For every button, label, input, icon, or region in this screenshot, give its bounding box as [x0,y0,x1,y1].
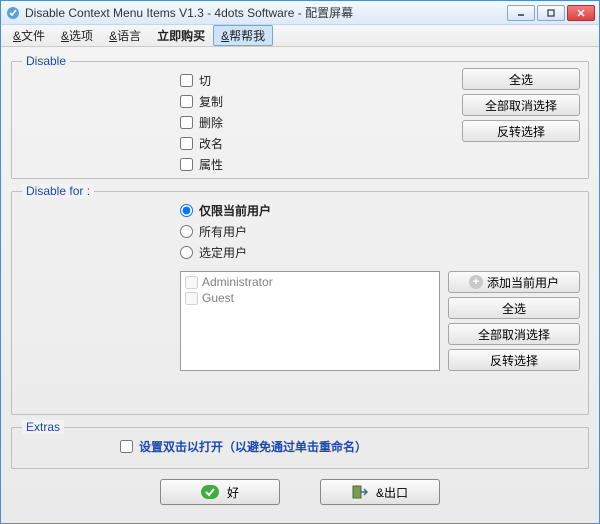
radio-current-user[interactable]: 仅限当前用户 [180,202,580,219]
window-title: Disable Context Menu Items V1.3 - 4dots … [25,4,507,21]
list-item[interactable]: Administrator [183,274,437,290]
client-area: Disable 切 复制 删除 改名 属性 全选 全部取消选择 反转选择 Dis… [1,47,599,523]
check-icon [201,485,219,499]
title-bar: Disable Context Menu Items V1.3 - 4dots … [1,1,599,25]
app-icon [5,5,21,21]
minimize-button[interactable] [507,5,535,21]
bottom-bar: 好 &出口 [11,473,589,513]
list-item[interactable]: Guest [183,290,437,306]
menu-options[interactable]: &选项 [53,25,101,46]
users-select-all-button[interactable]: 全选 [448,297,580,319]
ok-button[interactable]: 好 [160,479,280,505]
check-properties[interactable]: 属性 [180,156,580,173]
app-window: Disable Context Menu Items V1.3 - 4dots … [0,0,600,524]
deselect-all-button[interactable]: 全部取消选择 [462,94,580,116]
group-disable-legend: Disable [22,54,70,68]
group-extras-legend: Extras [22,420,64,434]
plus-icon: + [469,275,483,289]
users-deselect-all-button[interactable]: 全部取消选择 [448,323,580,345]
invert-selection-button[interactable]: 反转选择 [462,120,580,142]
check-doubleclick[interactable]: 设置双击以打开（以避免通过单击重命名） [120,438,580,455]
close-button[interactable] [567,5,595,21]
disable-select-buttons: 全选 全部取消选择 反转选择 [462,68,580,142]
add-current-user-button[interactable]: +添加当前用户 [448,271,580,293]
menu-buy-now[interactable]: 立即购买 [149,25,213,46]
window-controls [507,5,595,21]
group-extras: Extras 设置双击以打开（以避免通过单击重命名） [11,427,589,469]
menu-file[interactable]: &文件 [5,25,53,46]
menu-bar: &文件 &选项 &语言 立即购买 &帮帮我 [1,25,599,47]
menu-help[interactable]: &帮帮我 [213,25,273,46]
group-disable: Disable 切 复制 删除 改名 属性 全选 全部取消选择 反转选择 [11,61,589,179]
select-all-button[interactable]: 全选 [462,68,580,90]
users-invert-selection-button[interactable]: 反转选择 [448,349,580,371]
radio-all-users[interactable]: 所有用户 [180,223,580,240]
maximize-button[interactable] [537,5,565,21]
user-list[interactable]: Administrator Guest [180,271,440,371]
user-list-row: Administrator Guest +添加当前用户 全选 全部取消选择 反转… [20,271,580,371]
exit-icon [352,485,368,499]
group-disable-for: Disable for : 仅限当前用户 所有用户 选定用户 Administr… [11,191,589,415]
exit-button[interactable]: &出口 [320,479,440,505]
user-list-buttons: +添加当前用户 全选 全部取消选择 反转选择 [448,271,580,371]
disable-for-radios: 仅限当前用户 所有用户 选定用户 [180,202,580,261]
radio-selected-users[interactable]: 选定用户 [180,244,580,261]
menu-language[interactable]: &语言 [101,25,149,46]
group-disable-for-legend: Disable for : [22,184,94,198]
